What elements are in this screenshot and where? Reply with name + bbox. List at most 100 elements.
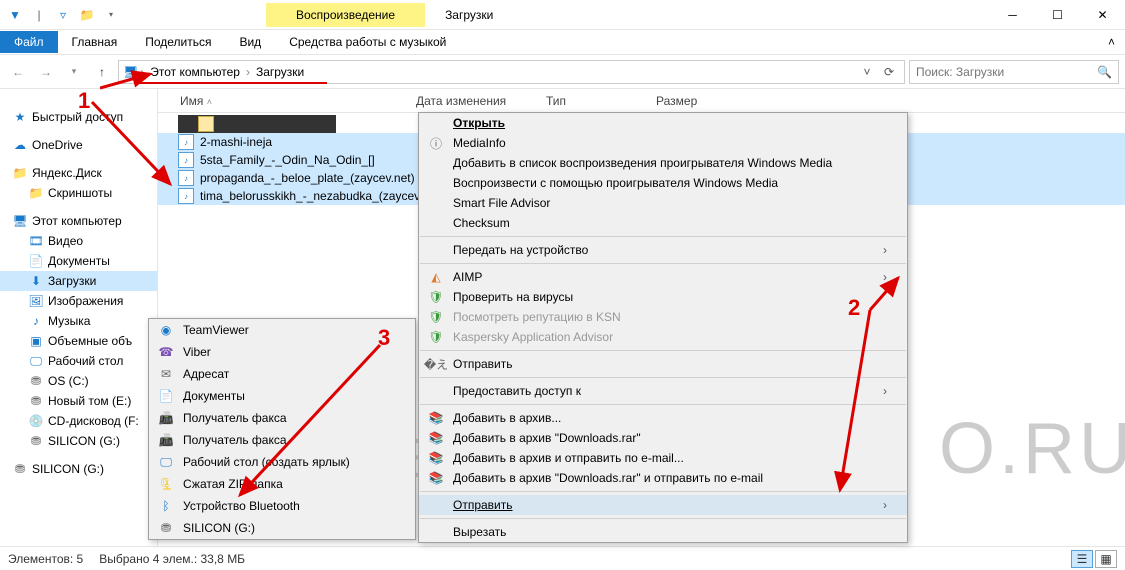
nav-downloads[interactable]: ⬇Загрузки [0,271,157,291]
ctx-wmp-add[interactable]: Добавить в список воспроизведения проигр… [419,153,907,173]
audio-icon: ♪ [178,134,194,150]
ribbon-context-tab[interactable]: Воспроизведение [266,3,425,27]
chevron-right-icon[interactable]: › [138,65,146,79]
ctx-checksum[interactable]: Checksum [419,213,907,233]
details-view-button[interactable]: ☰ [1071,550,1093,568]
chevron-right-icon: › [883,498,887,512]
check-icon[interactable]: ▿ [52,4,74,26]
sendto-fax2[interactable]: 📠Получатель факса [149,429,415,451]
forward-button[interactable]: → [34,60,58,84]
ctx-mediainfo[interactable]: ⓘMediaInfo [419,133,907,153]
close-button[interactable]: ✕ [1080,0,1125,30]
title-bar: ▼ | ▿ 📁 ▾ Воспроизведение Загрузки ─ ☐ ✕ [0,0,1125,30]
col-type[interactable]: Тип [538,94,648,108]
sendto-documents[interactable]: 📄Документы [149,385,415,407]
nav-silicon-g-2[interactable]: ⛃SILICON (G:) [0,459,157,479]
nav-newvol-e[interactable]: ⛃Новый том (E:) [0,391,157,411]
sendto-teamviewer[interactable]: ◉TeamViewer [149,319,415,341]
document-icon: 📄 [28,253,44,269]
maximize-button[interactable]: ☐ [1035,0,1080,30]
search-input[interactable] [916,65,1097,79]
sendto-fax1[interactable]: 📠Получатель факса [149,407,415,429]
column-headers: Имя ˄ Дата изменения Тип Размер [158,89,1125,113]
tab-file[interactable]: Файл [0,31,58,53]
col-size[interactable]: Размер [648,94,728,108]
nav-label: Объемные объ [48,334,132,348]
tab-home[interactable]: Главная [58,31,132,53]
nav-music[interactable]: ♪Музыка [0,311,157,331]
sendto-bluetooth[interactable]: ᛒУстройство Bluetooth [149,495,415,517]
ctx-share[interactable]: �えОтправить [419,354,907,374]
dropdown-icon[interactable]: ˅ [856,65,878,79]
sendto-recipient[interactable]: ✉Адресат [149,363,415,385]
ribbon-expand-icon[interactable]: ˄ [1098,35,1125,49]
icons-view-button[interactable]: ▦ [1095,550,1117,568]
nav-onedrive[interactable]: ☁OneDrive [0,135,157,155]
nav-label: Изображения [48,294,123,308]
chevron-right-icon[interactable]: › [244,65,252,79]
down-arrow-icon[interactable]: ▼ [4,4,26,26]
nav-desktop[interactable]: 🖵Рабочий стол [0,351,157,371]
tab-view[interactable]: Вид [225,31,275,53]
ctx-rar-dl-mail[interactable]: 📚Добавить в архив "Downloads.rar" и отпр… [419,468,907,488]
ctx-kaa[interactable]: 🛡Kaspersky Application Advisor [419,327,907,347]
ctx-wmp-play[interactable]: Воспроизвести с помощью проигрывателя Wi… [419,173,907,193]
nav-this-pc[interactable]: 🖥Этот компьютер [0,211,157,231]
nav-video[interactable]: 🎞Видео [0,231,157,251]
recent-button[interactable]: ▾ [62,60,86,84]
breadcrumb-root[interactable]: Этот компьютер [146,65,244,79]
ctx-aimp[interactable]: ◭AIMP› [419,267,907,287]
search-icon[interactable]: 🔍 [1097,65,1112,79]
ctx-rar-dl[interactable]: 📚Добавить в архив "Downloads.rar" [419,428,907,448]
nav-3d[interactable]: ▣Объемные объ [0,331,157,351]
ctx-rar-mail[interactable]: 📚Добавить в архив и отправить по e-mail.… [419,448,907,468]
ctx-sfa[interactable]: Smart File Advisor [419,193,907,213]
refresh-icon[interactable]: ⟳ [878,65,900,79]
ctx-scan[interactable]: 🛡Проверить на вирусы [419,287,907,307]
tab-music-tools[interactable]: Средства работы с музыкой [275,31,460,53]
menu-label: Kaspersky Application Advisor [453,330,613,344]
breadcrumb-current[interactable]: Загрузки [252,65,308,79]
search-box[interactable]: 🔍 [909,60,1119,84]
nav-label: OS (C:) [48,374,89,388]
nav-pictures[interactable]: 🖼Изображения [0,291,157,311]
nav-silicon-g[interactable]: ⛃SILICON (G:) [0,431,157,451]
nav-label: Этот компьютер [32,214,122,228]
col-name[interactable]: Имя ˄ [158,94,408,108]
aimp-icon: ◭ [427,269,445,285]
disc-icon: 💿 [28,413,44,429]
col-date[interactable]: Дата изменения [408,94,538,108]
nav-cd-f[interactable]: 💿CD-дисковод (F: [0,411,157,431]
cloud-icon: ☁ [12,137,28,153]
menu-label: SILICON (G:) [183,521,255,535]
folder-icon[interactable]: 📁 [76,4,98,26]
ctx-rar-add[interactable]: 📚Добавить в архив... [419,408,907,428]
sendto-viber[interactable]: ☎Viber [149,341,415,363]
context-menu: Открыть ⓘMediaInfo Добавить в список вос… [418,112,908,543]
sendto-desktop[interactable]: 🖵Рабочий стол (создать ярлык) [149,451,415,473]
dropdown-icon[interactable]: ▾ [100,4,122,26]
nav-os-c[interactable]: ⛃OS (C:) [0,371,157,391]
ctx-grant-access[interactable]: Предоставить доступ к› [419,381,907,401]
minimize-button[interactable]: ─ [990,0,1035,30]
pc-icon: 🖥 [123,65,138,79]
ctx-open[interactable]: Открыть [419,113,907,133]
up-button[interactable]: ↑ [90,60,114,84]
sendto-zip[interactable]: 🗜Сжатая ZIP-папка [149,473,415,495]
breadcrumb-bar[interactable]: 🖥 › Этот компьютер › Загрузки ˅ ⟳ [118,60,905,84]
file-row[interactable] [178,115,336,133]
tab-share[interactable]: Поделиться [131,31,225,53]
ctx-cut[interactable]: Вырезать [419,522,907,542]
back-button[interactable]: ← [6,60,30,84]
sendto-silicon[interactable]: ⛃SILICON (G:) [149,517,415,539]
nav-screenshots[interactable]: 📁Скриншоты [0,183,157,203]
rar-icon: 📚 [427,410,445,426]
ctx-ksn[interactable]: 🛡Посмотреть репутацию в KSN [419,307,907,327]
separator [420,518,906,519]
separator [420,377,906,378]
ctx-sendto[interactable]: Отправить› [419,495,907,515]
nav-yandex-disk[interactable]: 📁Яндекс.Диск [0,163,157,183]
ctx-cast[interactable]: Передать на устройство› [419,240,907,260]
file-name: 2-mashi-ineja [200,135,272,149]
nav-documents[interactable]: 📄Документы [0,251,157,271]
